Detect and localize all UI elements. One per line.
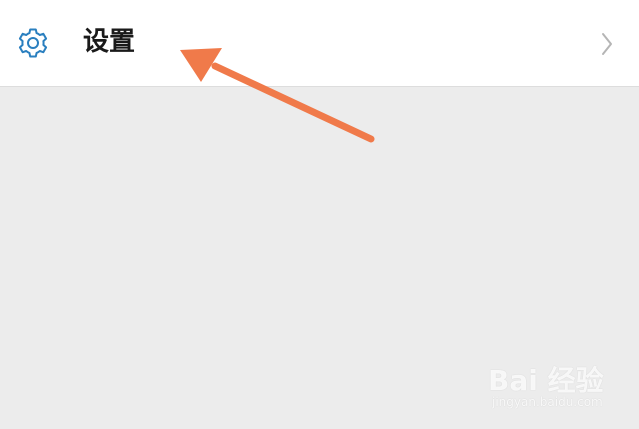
watermark: Bai 经验 jingyan.baidu.com [488,355,628,415]
watermark-text: Bai 经验 [488,364,604,397]
settings-row[interactable]: 设置 [0,0,639,87]
gear-icon [18,28,48,58]
watermark-subtext: jingyan.baidu.com [492,395,603,409]
settings-label: 设置 [83,27,136,57]
chevron-right-icon [602,33,612,55]
